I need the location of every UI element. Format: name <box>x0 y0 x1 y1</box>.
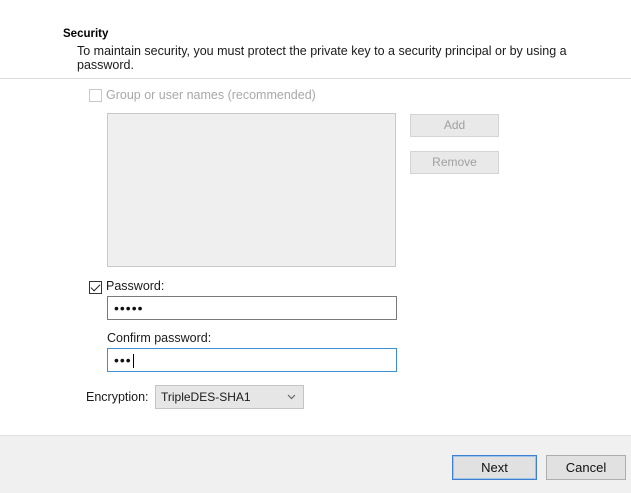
section-description: To maintain security, you must protect t… <box>77 44 567 72</box>
group-user-names-checkbox[interactable] <box>89 89 102 102</box>
remove-button[interactable]: Remove <box>410 151 499 174</box>
password-field[interactable]: ••••• <box>107 296 397 320</box>
password-checkbox[interactable] <box>89 281 102 294</box>
cancel-button[interactable]: Cancel <box>546 455 626 480</box>
text-caret <box>132 354 134 369</box>
next-button[interactable]: Next <box>452 455 537 480</box>
group-user-names-label: Group or user names (recommended) <box>106 88 316 102</box>
add-button[interactable]: Add <box>410 114 499 137</box>
section-title: Security <box>63 28 109 40</box>
confirm-password-value: ••• <box>114 352 132 368</box>
password-value: ••••• <box>114 300 144 316</box>
wizard-header: Security To maintain security, you must … <box>0 0 631 79</box>
confirm-password-label: Confirm password: <box>107 331 212 345</box>
encryption-select[interactable]: TripleDES-SHA1 <box>155 385 304 409</box>
password-label: Password: <box>106 279 165 293</box>
confirm-password-field[interactable]: ••• <box>107 348 397 372</box>
encryption-label: Encryption: <box>86 390 149 404</box>
group-user-names-list[interactable] <box>107 113 396 267</box>
chevron-down-icon <box>287 386 296 417</box>
encryption-selected-value: TripleDES-SHA1 <box>161 390 251 404</box>
